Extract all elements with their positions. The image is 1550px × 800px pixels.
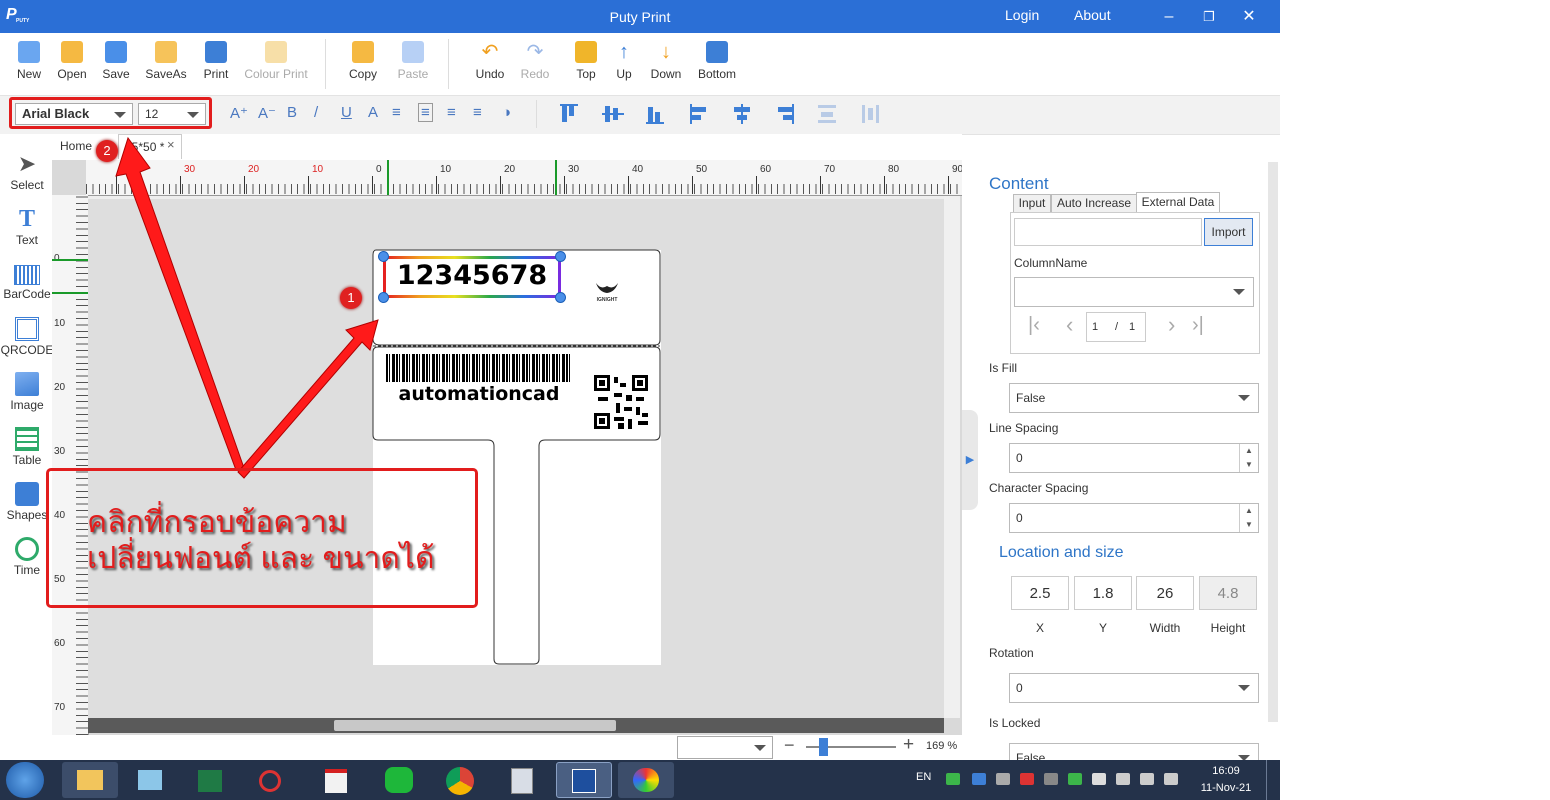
annotation-note-box: คลิกที่กรอบข้อความ เปลี่ยนฟอนต์ และ ขนาด…: [46, 468, 478, 608]
line-app-icon: [385, 767, 413, 793]
folder-icon: [77, 770, 103, 790]
taskbar-explorer[interactable]: [62, 762, 118, 798]
snipping-icon: [259, 770, 281, 792]
show-desktop-button[interactable]: [1266, 760, 1281, 800]
annotation-arrows: [115, 136, 379, 479]
step-badge-2: 2: [96, 140, 118, 162]
taskbar-snipping[interactable]: [242, 762, 298, 798]
volume-icon[interactable]: [1164, 773, 1178, 785]
language-indicator[interactable]: EN: [916, 771, 931, 783]
tray-device-icon[interactable]: [1116, 773, 1130, 785]
taskbar-excel[interactable]: [182, 762, 238, 798]
calculator-icon: [511, 768, 533, 794]
taskbar-paint[interactable]: [618, 762, 674, 798]
tray-disk-icon[interactable]: [996, 773, 1010, 785]
notes-icon: [138, 770, 162, 790]
taskbar-line[interactable]: [371, 762, 427, 798]
tray-security-icon[interactable]: [1020, 773, 1034, 785]
taskbar-notes[interactable]: [122, 762, 178, 798]
pdf-icon: [325, 769, 347, 793]
putyprint-icon: [572, 769, 596, 793]
taskbar: EN 16:09 11-Nov-21: [0, 760, 1280, 800]
annotation-text-line2: เปลี่ยนฟอนต์ และ ขนาดได้: [87, 542, 435, 575]
step-badge-1: 1: [340, 287, 362, 309]
taskbar-chrome[interactable]: [432, 762, 488, 798]
taskbar-calculator[interactable]: [494, 762, 550, 798]
clock-date[interactable]: 11-Nov-21: [1192, 782, 1260, 794]
excel-icon: [198, 770, 222, 792]
start-button[interactable]: [6, 762, 44, 798]
chrome-icon: [446, 767, 474, 795]
taskbar-pdf[interactable]: [308, 762, 364, 798]
signal-icon[interactable]: [1140, 773, 1154, 785]
tray-usb-icon[interactable]: [1044, 773, 1058, 785]
clock-time[interactable]: 16:09: [1198, 765, 1254, 777]
tray-shield-icon[interactable]: [1068, 773, 1082, 785]
app-window: P PUTY Puty Print Login About – ❐ ✕ New O…: [0, 0, 1280, 760]
flag-icon[interactable]: [1092, 773, 1106, 785]
tray-network-icon[interactable]: [972, 773, 986, 785]
taskbar-putyprint[interactable]: [556, 762, 612, 798]
tray-app-icon[interactable]: [946, 773, 960, 785]
paint-icon: [633, 768, 659, 792]
